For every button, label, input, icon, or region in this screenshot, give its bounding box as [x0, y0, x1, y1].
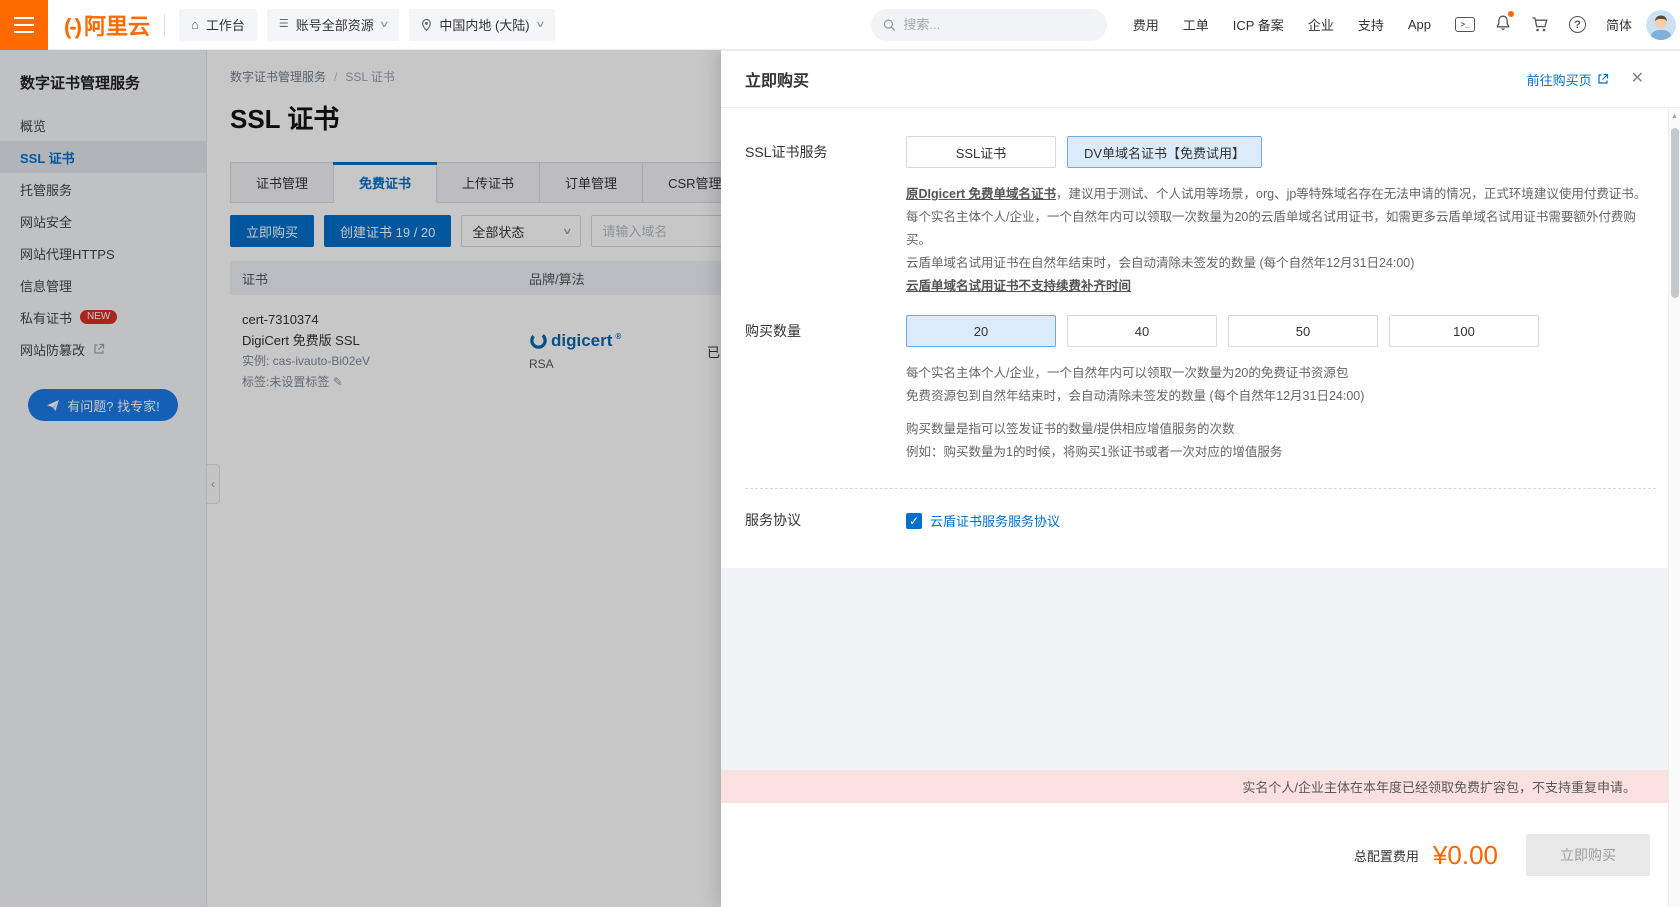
modal-header: 立即购买 前往购买页 ✕ — [721, 51, 1680, 108]
service-desc-rest: ，建议用于测试、个人试用等场景，org、jp等特殊域名存在无法申请的情况，正式环… — [1056, 187, 1646, 201]
workbench-label: 工作台 — [206, 15, 245, 34]
service-desc-line3: 云盾单域名试用证书在自然年结束时，会自动清除未签发的数量 (每个自然年12月31… — [906, 252, 1656, 275]
option-label: 100 — [1453, 324, 1475, 339]
close-icon[interactable]: ✕ — [1631, 71, 1644, 87]
purchase-modal: 立即购买 前往购买页 ✕ SSL证书服务 SSL证书 DV单域名证书【免费试用】 — [721, 50, 1680, 907]
logo-mark-icon: (-) — [64, 14, 80, 40]
cloudshell-icon[interactable]: >_ — [1455, 17, 1475, 32]
agreement-link[interactable]: 云盾证书服务服务协议 — [930, 511, 1060, 530]
resources-icon: ☰ — [279, 19, 289, 30]
service-desc-line4: 云盾单域名试用证书不支持续费补齐时间 — [906, 275, 1656, 298]
page: (-) 阿里云 ⌂ 工作台 ☰ 账号全部资源 ∨ 中国内地 (大陆) ∨ 费用 … — [0, 0, 1680, 907]
logo-text: 阿里云 — [84, 9, 150, 41]
divider — [164, 14, 165, 36]
global-search[interactable] — [871, 9, 1107, 41]
quantity-row: 购买数量 20 40 50 100 每个实名主体个人/企业，一个自然年内可以领取… — [745, 315, 1656, 464]
service-description: 原DIgicert 免费单域名证书，建议用于测试、个人试用等场景，org、jp等… — [906, 183, 1656, 298]
option-label: 40 — [1135, 324, 1149, 339]
scrollbar[interactable]: ▲ — [1668, 108, 1680, 907]
help-icon[interactable]: ? — [1569, 16, 1586, 33]
scrollbar-thumb[interactable] — [1671, 128, 1679, 298]
quantity-desc-line4: 例如：购买数量为1的时候，将购买1张证书或者一次对应的增值服务 — [906, 441, 1656, 464]
alibaba-cloud-logo[interactable]: (-) 阿里云 — [64, 9, 150, 41]
modal-body-filler — [721, 568, 1680, 770]
nav-link-enterprise[interactable]: 企业 — [1308, 15, 1334, 34]
external-link-icon — [1597, 73, 1609, 85]
menu-icon[interactable] — [0, 0, 48, 50]
help-glyph: ? — [1574, 19, 1581, 31]
check-icon: ✓ — [909, 515, 919, 527]
scrollbar-up-icon[interactable]: ▲ — [1669, 108, 1680, 120]
nav-link-billing[interactable]: 费用 — [1133, 15, 1159, 34]
navbar-links: 费用 工单 ICP 备案 企业 支持 App — [1133, 15, 1431, 34]
nav-link-app[interactable]: App — [1408, 17, 1431, 32]
agreement-checkbox[interactable]: ✓ — [906, 513, 922, 529]
nav-link-icp[interactable]: ICP 备案 — [1233, 15, 1284, 34]
region-dropdown[interactable]: 中国内地 (大陆) ∨ — [409, 9, 555, 41]
language-selector[interactable]: 简体 — [1606, 15, 1632, 34]
total-price: ¥0.00 — [1433, 840, 1498, 871]
goto-purchase-page-link[interactable]: 前往购买页 — [1527, 70, 1609, 89]
search-input[interactable] — [903, 17, 1094, 32]
quantity-desc-line1: 每个实名主体个人/企业，一个自然年内可以领取一次数量为20的免费证书资源包 — [906, 362, 1656, 385]
warning-bar: 实名个人/企业主体在本年度已经领取免费扩容包，不支持重复申请。 — [721, 770, 1680, 803]
option-label: SSL证书 — [956, 143, 1007, 162]
top-navbar: (-) 阿里云 ⌂ 工作台 ☰ 账号全部资源 ∨ 中国内地 (大陆) ∨ 费用 … — [0, 0, 1680, 50]
total-cost-label: 总配置费用 — [1354, 846, 1419, 865]
modal-title: 立即购买 — [745, 67, 809, 91]
quantity-label: 购买数量 — [745, 315, 906, 464]
quantity-option-20[interactable]: 20 — [906, 315, 1056, 347]
nav-link-tickets[interactable]: 工单 — [1183, 15, 1209, 34]
option-label: 50 — [1296, 324, 1310, 339]
option-ssl-certificate[interactable]: SSL证书 — [906, 136, 1056, 168]
chevron-down-icon: ∨ — [535, 19, 546, 30]
navbar-icons: >_ ? 简体 — [1455, 14, 1632, 36]
resources-label: 账号全部资源 — [296, 15, 374, 34]
region-label: 中国内地 (大陆) — [439, 15, 529, 34]
divider — [745, 488, 1656, 489]
modal-footer: 总配置费用 ¥0.00 立即购买 — [721, 803, 1680, 907]
service-desc-line2: 每个实名主体个人/企业，一个自然年内可以领取一次数量为20的云盾单域名试用证书，… — [906, 206, 1656, 252]
avatar[interactable] — [1646, 10, 1676, 40]
modal-buy-button[interactable]: 立即购买 — [1526, 834, 1650, 876]
chevron-down-icon: ∨ — [379, 19, 390, 30]
home-icon: ⌂ — [191, 18, 199, 31]
service-desc-bold: 原DIgicert 免费单域名证书 — [906, 187, 1056, 201]
workbench-button[interactable]: ⌂ 工作台 — [179, 9, 257, 41]
option-dv-free-trial[interactable]: DV单域名证书【免费试用】 — [1067, 136, 1262, 168]
quantity-desc-line3: 购买数量是指可以签发证书的数量/提供相应增值服务的次数 — [906, 418, 1656, 441]
option-label: DV单域名证书【免费试用】 — [1084, 143, 1245, 162]
service-row: SSL证书服务 SSL证书 DV单域名证书【免费试用】 原DIgicert 免费… — [745, 136, 1656, 298]
quantity-desc-line2: 免费资源包到自然年结束时，会自动清除未签发的数量 (每个自然年12月31日24:… — [906, 385, 1656, 408]
cart-icon[interactable] — [1531, 16, 1549, 33]
option-label: 20 — [974, 324, 988, 339]
quantity-option-40[interactable]: 40 — [1067, 315, 1217, 347]
notifications-button[interactable] — [1495, 14, 1511, 36]
location-pin-icon — [421, 18, 432, 32]
terminal-glyph: >_ — [1460, 20, 1469, 29]
account-resources-dropdown[interactable]: ☰ 账号全部资源 ∨ — [267, 9, 399, 41]
agreement-label: 服务协议 — [745, 511, 906, 530]
quantity-description: 每个实名主体个人/企业，一个自然年内可以领取一次数量为20的免费证书资源包 免费… — [906, 362, 1656, 464]
notification-dot — [1508, 11, 1514, 17]
search-icon — [883, 18, 896, 32]
quantity-option-50[interactable]: 50 — [1228, 315, 1378, 347]
nav-link-support[interactable]: 支持 — [1358, 15, 1384, 34]
agreement-row: 服务协议 ✓ 云盾证书服务服务协议 — [745, 511, 1656, 530]
goto-link-label: 前往购买页 — [1527, 70, 1592, 89]
warning-text: 实名个人/企业主体在本年度已经领取免费扩容包，不支持重复申请。 — [1242, 777, 1636, 796]
quantity-option-100[interactable]: 100 — [1389, 315, 1539, 347]
service-label: SSL证书服务 — [745, 136, 906, 298]
modal-form: SSL证书服务 SSL证书 DV单域名证书【免费试用】 原DIgicert 免费… — [721, 108, 1680, 568]
